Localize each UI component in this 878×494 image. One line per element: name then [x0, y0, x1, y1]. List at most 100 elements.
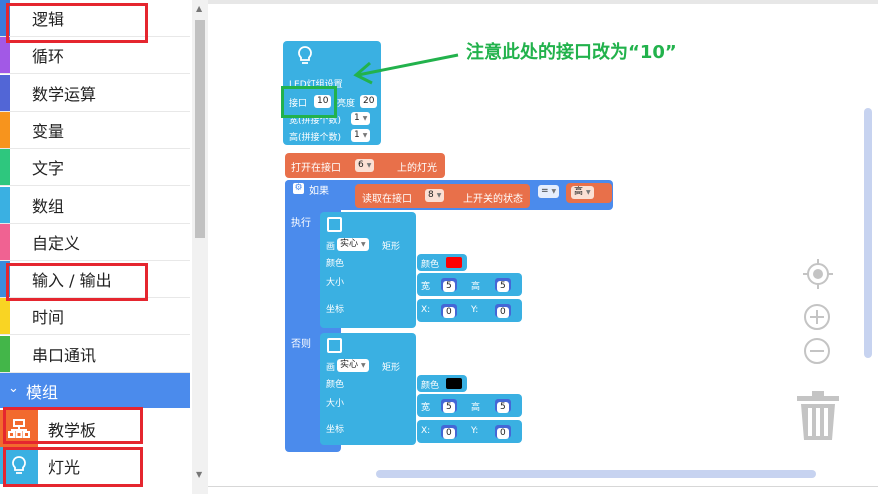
category-color-bar [0, 335, 10, 372]
workspace-top-border [208, 0, 878, 4]
category-sidebar: 逻辑 循环 数学运算 变量 文字 数组 自定义 输入 / 输出 时间 串口通讯 ⌄ 模组 教学板 … [0, 0, 208, 494]
modules-header[interactable]: ⌄ 模组 [0, 373, 190, 408]
annotation-arrow-icon [353, 53, 459, 85]
led-height-dropdown[interactable]: 1 ▼ [351, 129, 371, 142]
square-icon [327, 338, 342, 353]
color-block-then[interactable]: 颜色 [417, 254, 467, 271]
dropdown-arrow-icon: ▼ [551, 188, 557, 195]
zoom-in-icon[interactable] [803, 303, 831, 331]
led-height-label: 高(拼接个数) [289, 133, 342, 143]
category-label: 串口通讯 [32, 345, 97, 365]
width-input[interactable]: 5 [443, 402, 455, 413]
highlight-box-port [281, 86, 337, 118]
modules-header-label: 模组 [26, 382, 59, 402]
color-swatch[interactable] [446, 378, 462, 389]
width-input[interactable]: 5 [443, 281, 455, 292]
then-label: 执行 [291, 218, 311, 229]
open-light-block[interactable]: 打开在接口 6 ▼ 上的灯光 [285, 153, 445, 178]
category-item[interactable]: 文字 [0, 149, 190, 187]
color-block-else[interactable]: 颜色 [417, 375, 467, 392]
compare-operator-dropdown[interactable]: = ▼ [538, 185, 560, 198]
workspace-vertical-scrollbar[interactable] [864, 108, 872, 358]
category-item[interactable]: 数学运算 [0, 74, 190, 112]
category-item[interactable]: 自定义 [0, 223, 190, 261]
sidebar-scrollbar[interactable]: ▲ ▼ [192, 0, 208, 494]
color-word: 颜色 [421, 381, 440, 391]
category-label: 时间 [32, 308, 65, 328]
chevron-down-icon: ⌄ [8, 381, 19, 396]
size-label: 大小 [326, 399, 345, 409]
read-port-value: 8 [428, 190, 434, 200]
fill-mode-value: 实心 [340, 360, 359, 370]
draw-label: 画 [326, 242, 336, 252]
fill-mode-value: 实心 [340, 239, 359, 249]
compare-operator-value: = [541, 186, 549, 196]
category-item[interactable]: 数组 [0, 186, 190, 224]
draw-rect-block-then[interactable]: 画 实心 ▼ 矩形 颜色 大小 坐标 [320, 212, 416, 328]
led-brightness-label: 亮度 [337, 99, 356, 109]
read-port-label: 读取在接口 [362, 194, 412, 205]
block-workspace[interactable]: LED灯组设置 接口 10 亮度 20 宽(拼接个数) 1 ▼ 高(拼接个数) 1… [208, 0, 878, 494]
height-input[interactable]: 5 [497, 402, 509, 413]
dropdown-arrow-icon: ▼ [586, 189, 591, 196]
high-level-value: 高 [574, 187, 584, 197]
workspace-horizontal-scrollbar[interactable] [376, 470, 816, 478]
shape-label: 矩形 [382, 242, 401, 252]
height-input[interactable]: 5 [497, 281, 509, 292]
else-label: 否则 [291, 339, 311, 350]
highlight-box-io [6, 263, 148, 301]
draw-rect-block-else[interactable]: 画 实心 ▼ 矩形 颜色 大小 坐标 [320, 333, 416, 445]
scroll-down-icon[interactable]: ▼ [196, 470, 202, 479]
color-label: 颜色 [326, 380, 345, 390]
gear-icon[interactable]: ⚙ [293, 183, 304, 194]
size-label: 大小 [326, 278, 345, 288]
x-label: X: [421, 426, 431, 436]
highlight-box-board [3, 407, 143, 444]
read-switch-block[interactable]: 读取在接口 8 ▼ 上开关的状态 [355, 184, 530, 208]
led-width-dropdown[interactable]: 1 ▼ [351, 112, 371, 125]
category-color-bar [0, 186, 10, 223]
color-swatch[interactable] [446, 257, 462, 268]
fill-mode-dropdown[interactable]: 实心 ▼ [337, 238, 369, 251]
category-color-bar [0, 111, 10, 148]
x-input[interactable]: 0 [443, 307, 455, 318]
sidebar-scroll-thumb[interactable] [195, 20, 205, 238]
category-label: 数学运算 [32, 84, 97, 104]
recenter-icon[interactable] [802, 258, 834, 290]
scroll-up-icon[interactable]: ▲ [196, 4, 202, 13]
annotation-text: 注意此处的接口改为“10” [466, 42, 677, 63]
category-label: 数组 [32, 196, 65, 216]
led-brightness-input[interactable]: 20 [360, 95, 378, 108]
zoom-out-icon[interactable] [803, 337, 831, 365]
position-label: 坐标 [326, 425, 345, 435]
y-input[interactable]: 0 [497, 307, 509, 318]
led-width-value: 1 [354, 113, 360, 123]
category-item[interactable]: 变量 [0, 111, 190, 149]
x-input[interactable]: 0 [443, 428, 455, 439]
high-level-block[interactable]: 高 ▼ [566, 183, 612, 203]
x-label: X: [421, 305, 431, 315]
category-color-bar [0, 74, 10, 111]
height-label: 高 [471, 282, 481, 292]
open-port-dropdown[interactable]: 6 ▼ [355, 159, 375, 172]
size-block-else[interactable]: 宽 5 高 5 [417, 394, 522, 417]
trash-icon[interactable] [795, 390, 841, 442]
category-color-bar [0, 298, 10, 335]
workspace-bottom-border [208, 486, 878, 487]
lightbulb-icon [297, 45, 313, 71]
dropdown-arrow-icon: ▼ [436, 192, 442, 199]
led-height-value: 1 [354, 130, 360, 140]
y-input[interactable]: 0 [497, 428, 509, 439]
position-block-then[interactable]: X: 0 Y: 0 [417, 299, 522, 322]
open-port-value: 6 [358, 160, 364, 170]
read-port-dropdown[interactable]: 8 ▼ [425, 189, 445, 202]
category-item[interactable]: 串口通讯 [0, 335, 190, 373]
fill-mode-dropdown[interactable]: 实心 ▼ [337, 359, 369, 372]
height-label: 高 [471, 403, 481, 413]
position-block-else[interactable]: X: 0 Y: 0 [417, 420, 522, 443]
width-label: 宽 [421, 282, 431, 292]
category-color-bar [0, 149, 10, 186]
size-block-then[interactable]: 宽 5 高 5 [417, 273, 522, 296]
high-level-dropdown[interactable]: 高 ▼ [571, 186, 594, 199]
category-item[interactable]: 时间 [0, 298, 190, 336]
